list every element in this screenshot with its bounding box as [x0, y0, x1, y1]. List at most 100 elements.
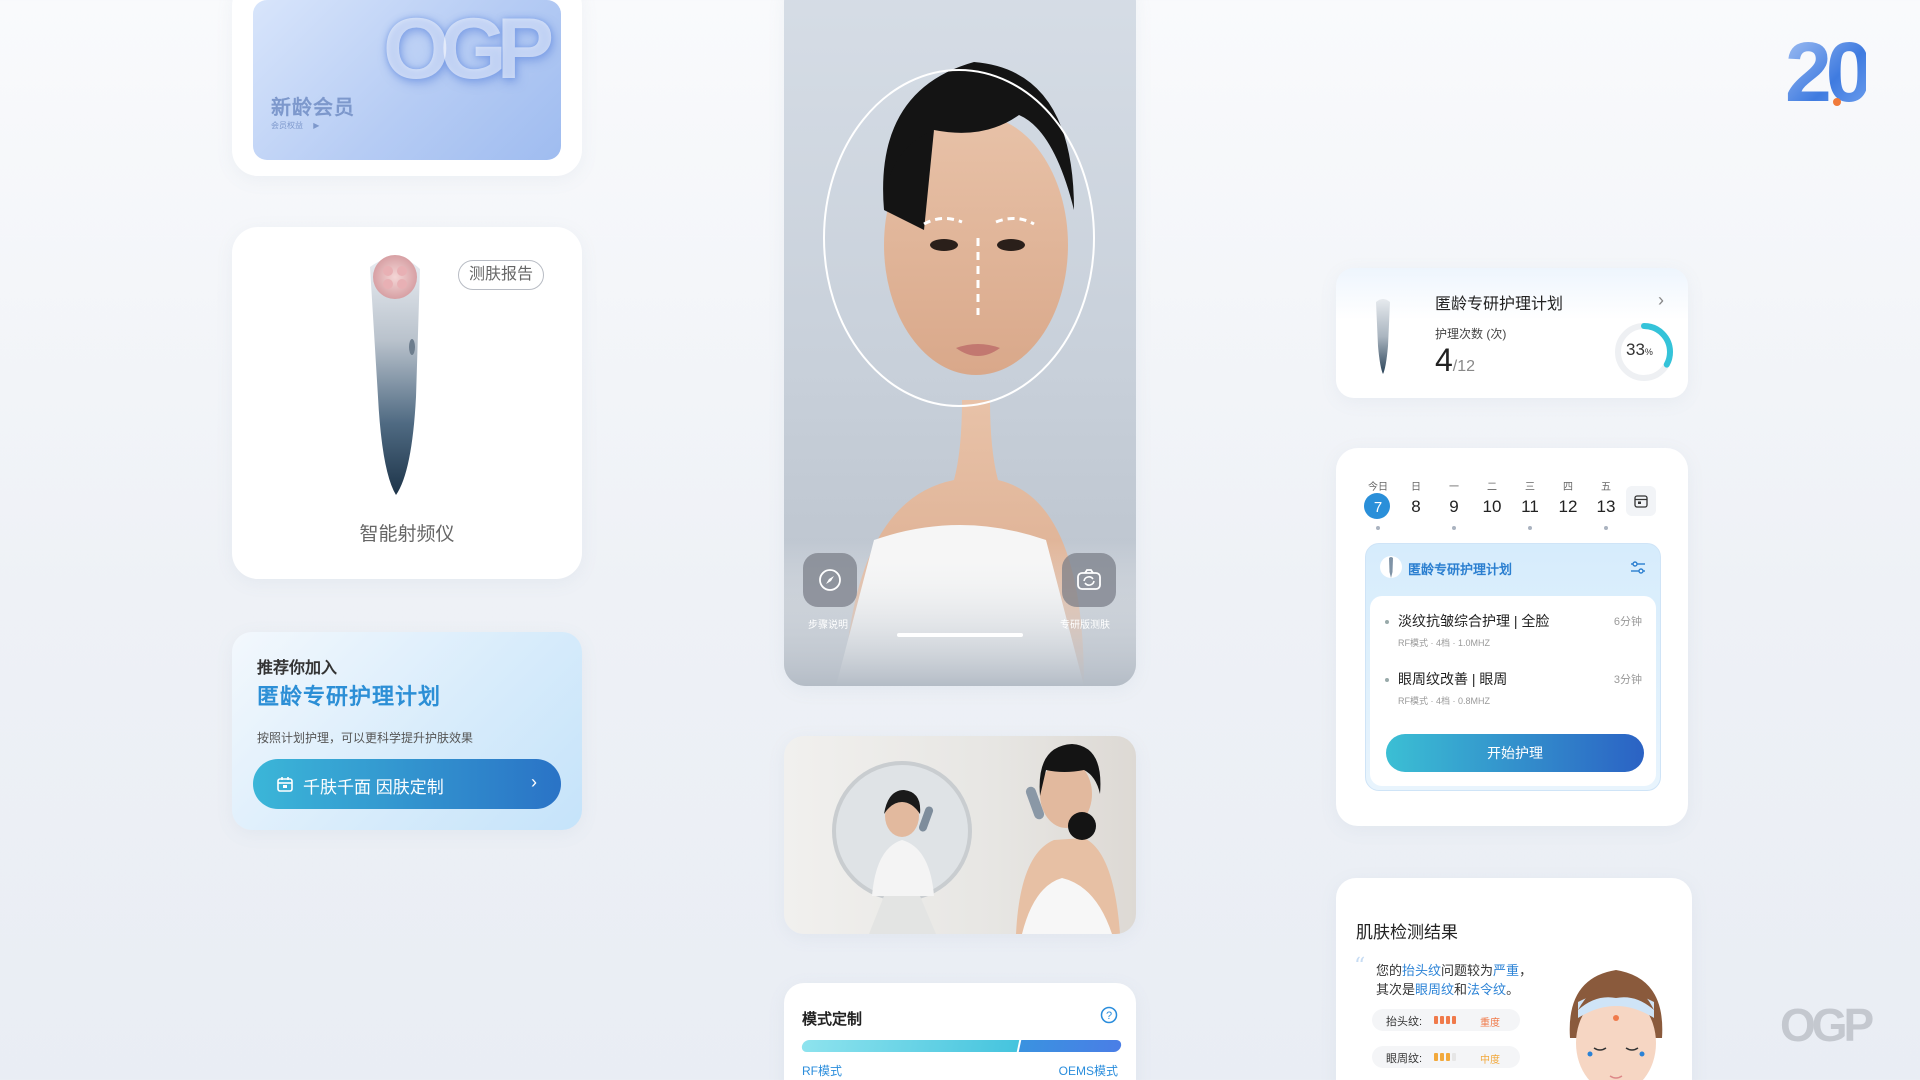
pro-skin-test-button[interactable]: [1062, 553, 1116, 607]
plan-description: 按照计划护理，可以更科学提升护肤效果: [257, 731, 474, 745]
today-plan-title: 匿龄专研护理计划: [1408, 562, 1513, 577]
camera-switch-icon: [1077, 569, 1101, 590]
care-item-duration: 3分钟: [1613, 674, 1642, 686]
member-card-banner: OGP 新龄会员 会员权益 ▶: [253, 0, 561, 160]
device-name: 智能射频仪: [359, 524, 455, 545]
day-number[interactable]: 8: [1401, 497, 1431, 517]
severity-bars: [1434, 1053, 1456, 1061]
eye-wrinkle-row: 眼周纹: 中度: [1372, 1046, 1520, 1068]
skin-report-tag[interactable]: 测肤报告: [458, 260, 545, 290]
day-has-plan-dot: [1376, 526, 1380, 530]
day-name: 三: [1525, 482, 1535, 493]
care-count-total: /12: [1452, 358, 1476, 375]
day-name: 二: [1487, 482, 1497, 493]
join-plan-label: 千肤千面 因肤定制: [303, 778, 444, 797]
version-logo: 20: [1785, 25, 1872, 119]
skin-summary-line-2: 其次是眼周纹和法令纹。: [1376, 979, 1519, 998]
day-name: 今日: [1368, 482, 1388, 493]
progress-percent-unit: %: [1644, 347, 1653, 357]
bullet-dot: [1385, 620, 1389, 624]
mirror-illustration: [832, 744, 1120, 934]
wrinkle-label: 抬头纹:: [1386, 1016, 1423, 1028]
care-count-label: 护理次数 (次): [1435, 327, 1507, 341]
progress-percent-value: 33: [1626, 340, 1645, 359]
skin-result-title: 肌肤检测结果: [1356, 923, 1458, 942]
day-number[interactable]: 13: [1591, 497, 1621, 517]
care-count-done: 4: [1435, 342, 1453, 378]
skin-severity-highlight: 严重: [1493, 963, 1520, 978]
day-name: 一: [1449, 482, 1459, 493]
rf-mode-label: RF模式: [802, 1064, 842, 1078]
member-benefits-label: 会员权益: [271, 121, 303, 130]
skin-summary-text: 其次是: [1376, 982, 1416, 997]
calendar-button[interactable]: [1626, 486, 1656, 516]
chevron-right-icon: ›: [1658, 290, 1664, 310]
skin-summary-text: 问题较为: [1441, 963, 1494, 978]
steps-guide-button[interactable]: [803, 553, 857, 607]
eye-wrinkle-level: 中度: [1480, 1055, 1500, 1066]
oems-mode-label: OEMS模式: [1058, 1064, 1118, 1078]
oems-mode-bar[interactable]: [1018, 1040, 1123, 1052]
quote-mark-icon: “: [1354, 954, 1366, 979]
mode-custom-card: 模式定制 ? RF模式 OEMS模式: [784, 983, 1136, 1080]
member-card[interactable]: OGP 新龄会员 会员权益 ▶: [232, 0, 582, 176]
member-title: 新龄会员: [271, 97, 355, 119]
face-illustration: [1569, 970, 1663, 1080]
today-plan-list: 淡纹抗皱综合护理 | 全脸 6分钟 RF模式 · 4档 · 1.0MHZ 眼周纹…: [1370, 596, 1656, 786]
day-name: 五: [1601, 482, 1611, 493]
plan-recommend-card: 推荐你加入 匿龄专研护理计划 按照计划护理，可以更科学提升护肤效果 千肤千面 因…: [232, 632, 582, 830]
compass-icon: [819, 569, 841, 591]
day-number[interactable]: 12: [1553, 497, 1583, 517]
eye-wrinkle-label: 眼周纹:: [1386, 1053, 1423, 1065]
day-has-plan-dot: [1604, 526, 1608, 530]
member-logo: OGP: [383, 1, 554, 97]
help-icon[interactable]: ?: [1100, 1006, 1118, 1024]
calendar-icon: [277, 777, 293, 792]
day-number[interactable]: 9: [1439, 497, 1469, 517]
calendar-icon: [1634, 495, 1648, 508]
care-item-settings: RF模式 · 4档 · 1.0MHZ: [1398, 638, 1491, 648]
skin-result-card: 肌肤检测结果 “ 您的抬头纹问题较为严重， 其次是眼周纹和法令纹。 抬头纹: 重…: [1336, 878, 1692, 1080]
skin-issue-highlight: 法令纹: [1467, 982, 1507, 997]
care-calendar-card: 今日 7 日 8 一 9 二 10 三 11 四 12 五 13 匿龄专研护理计划 淡纹抗皱综合护理 | …: [1336, 448, 1688, 826]
wrinkle-level: 重度: [1480, 1018, 1500, 1029]
day-number[interactable]: 11: [1515, 497, 1545, 517]
play-arrow-icon: ▶: [313, 121, 320, 130]
join-plan-button[interactable]: 千肤千面 因肤定制 ›: [253, 759, 561, 809]
day-number[interactable]: 10: [1477, 497, 1507, 517]
mode-title: 模式定制: [802, 1011, 863, 1028]
home-indicator: [897, 633, 1023, 637]
plan-title: 匿龄专研护理计划: [257, 684, 442, 709]
device-thumbnail: [1376, 299, 1390, 374]
pro-skin-test-label: 专研版测肤: [1060, 620, 1110, 631]
svg-text:?: ?: [1106, 1010, 1112, 1022]
day-has-plan-dot: [1452, 526, 1456, 530]
plan-progress-card[interactable]: 匿龄专研护理计划 › 护理次数 (次) 4/12 33%: [1336, 268, 1688, 398]
care-item-title[interactable]: 眼周纹改善 | 眼周: [1398, 669, 1507, 689]
skin-issue-highlight: 眼周纹: [1415, 982, 1455, 997]
skin-summary-text: ，: [1519, 963, 1533, 978]
wrinkle-row: 抬头纹: 重度: [1372, 1009, 1520, 1031]
day-has-plan-dot: [1528, 526, 1532, 530]
day-number[interactable]: 7: [1363, 499, 1393, 516]
member-benefits-link[interactable]: 会员权益 ▶: [271, 120, 319, 131]
care-count: 4/12: [1435, 342, 1475, 379]
severity-bars: [1434, 1016, 1456, 1024]
plan-kicker: 推荐你加入: [257, 660, 338, 677]
chevron-right-icon: ›: [531, 772, 537, 792]
care-item-settings: RF模式 · 4档 · 0.8MHZ: [1398, 696, 1491, 706]
logo-accent-dot: [1833, 98, 1841, 106]
care-item-title[interactable]: 淡纹抗皱综合护理 | 全脸: [1398, 611, 1549, 631]
progress-percent: 33%: [1626, 340, 1653, 360]
start-care-button[interactable]: 开始护理: [1386, 734, 1644, 772]
device-card[interactable]: 测肤报告 智能射频仪: [232, 227, 582, 579]
settings-sliders-icon[interactable]: [1630, 561, 1646, 575]
rf-device-image: [370, 255, 420, 495]
skin-summary-text: 您的: [1376, 963, 1403, 978]
rf-mode-bar[interactable]: [800, 1040, 1020, 1052]
face-capture-screen: 步骤说明 专研版测肤: [784, 0, 1136, 686]
device-thumbnail: [1380, 556, 1402, 578]
today-plan-panel: 匿龄专研护理计划 淡纹抗皱综合护理 | 全脸 6分钟 RF模式 · 4档 · 1…: [1365, 543, 1661, 791]
mirror-usage-photo: [784, 736, 1136, 934]
day-name: 日: [1411, 482, 1421, 493]
